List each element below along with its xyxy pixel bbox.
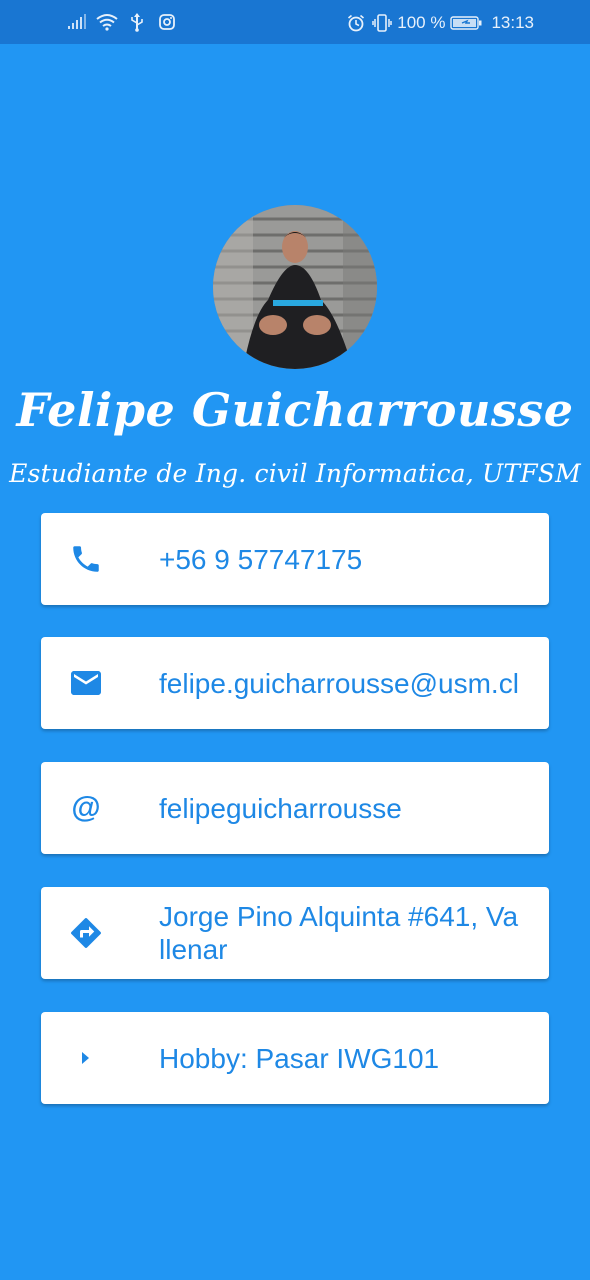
email-card[interactable]: felipe.guicharrousse@usm.cl xyxy=(41,637,549,729)
hobby: Hobby: Pasar IWG101 xyxy=(159,1042,440,1074)
address: Jorge Pino Alquinta #641, Vallenar xyxy=(159,901,519,965)
phone-icon xyxy=(67,540,105,578)
status-bar-right: 100 % 13:13 xyxy=(345,12,534,34)
phone-card[interactable]: +56 9 57747175 xyxy=(41,513,549,605)
instagram-icon xyxy=(156,11,178,33)
usb-icon xyxy=(126,11,148,33)
alarm-icon xyxy=(345,12,367,34)
username-card[interactable]: @ felipeguicharrousse xyxy=(41,762,549,854)
profile-photo xyxy=(213,205,377,369)
username: felipeguicharrousse xyxy=(159,792,402,824)
signal-icon xyxy=(66,11,88,33)
hobby-card[interactable]: Hobby: Pasar IWG101 xyxy=(41,1012,549,1104)
arrow-right-icon xyxy=(67,1039,105,1077)
battery-percent: 100 % xyxy=(397,13,446,32)
email-icon xyxy=(67,664,105,702)
address-card[interactable]: Jorge Pino Alquinta #641, Vallenar xyxy=(41,887,549,979)
status-bar: 100 % 13:13 xyxy=(0,0,590,44)
status-bar-left xyxy=(66,11,178,33)
phone-number: +56 9 57747175 xyxy=(159,543,363,575)
vibrate-icon xyxy=(371,12,393,34)
profile-subtitle: Estudiante de Ing. civil Informatica, UT… xyxy=(9,459,581,488)
clock: 13:13 xyxy=(491,13,534,32)
at-icon: @ xyxy=(67,789,105,827)
at-glyph: @ xyxy=(71,791,101,824)
wifi-icon xyxy=(96,11,118,33)
email-address: felipe.guicharrousse@usm.cl xyxy=(159,667,519,699)
directions-icon xyxy=(67,914,105,952)
avatar xyxy=(213,205,377,369)
battery-icon xyxy=(449,12,483,34)
profile-name: Felipe Guicharrousse xyxy=(16,383,574,437)
